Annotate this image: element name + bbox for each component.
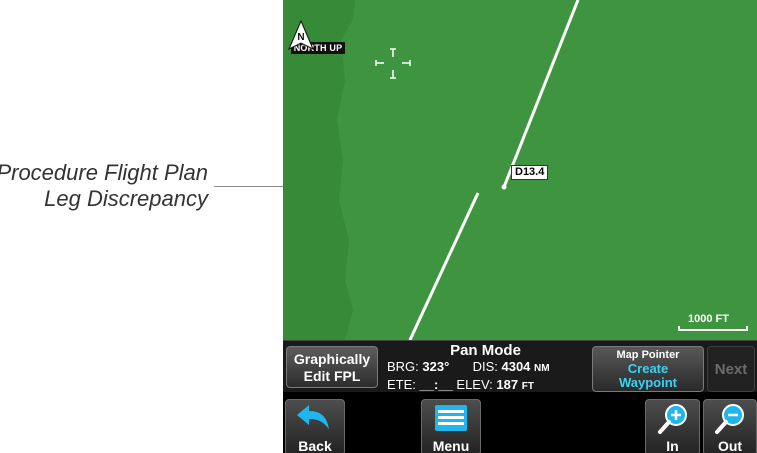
north-up-indicator[interactable]: N NORTH UP <box>288 20 348 56</box>
zoom-in-button[interactable]: In <box>645 399 700 453</box>
device-screen: N NORTH UP D13.4 1000 FT Graphically Edi… <box>283 0 757 453</box>
menu-button[interactable]: Menu <box>421 399 481 453</box>
dis-unit: NM <box>534 363 550 374</box>
flight-plan-leg-lower <box>408 192 480 340</box>
back-label: Back <box>298 438 332 453</box>
pan-row-brg-dis: BRG: 323° DIS: 4304 NM <box>387 359 588 377</box>
zoom-in-label: In <box>666 438 679 453</box>
menu-icon <box>435 405 467 431</box>
elev-value: 187 <box>496 377 519 392</box>
map-pointer-action-line-2: Waypoint <box>618 375 677 390</box>
north-arrow-icon: N <box>288 20 314 50</box>
brg-value: 323° <box>422 359 450 374</box>
ete-label: ETE: <box>387 377 416 392</box>
brg-label: BRG: <box>387 359 419 374</box>
pan-mode-bar: Graphically Edit FPL Pan Mode BRG: 323° … <box>283 340 757 393</box>
waypoint-label: D13.4 <box>511 165 549 180</box>
ete-value: __:__ <box>419 377 453 392</box>
waypoint-marker <box>501 184 507 190</box>
map-scale-bar <box>678 326 748 331</box>
map-scale-label: 1000 FT <box>688 313 729 325</box>
pan-info-panel: Pan Mode BRG: 323° DIS: 4304 NM ETE: __:… <box>383 342 588 395</box>
graphically-edit-line-2: Edit FPL <box>303 368 361 384</box>
back-button[interactable]: Back <box>285 399 345 453</box>
crosshair-icon <box>375 48 411 79</box>
zoom-out-icon <box>715 404 744 434</box>
svg-text:N: N <box>297 32 304 43</box>
map-view[interactable]: N NORTH UP D13.4 1000 FT <box>283 0 757 340</box>
back-arrow-icon <box>297 405 329 429</box>
callout-line-1: Procedure Flight Plan <box>0 160 208 185</box>
elev-unit: FT <box>521 381 534 392</box>
zoom-out-button[interactable]: Out <box>703 399 757 453</box>
pan-mode-title: Pan Mode <box>450 342 521 359</box>
dis-label: DIS: <box>472 359 498 374</box>
map-pointer-action-line-1: Create <box>627 361 669 376</box>
callout-line-2: Leg Discrepancy <box>44 186 208 211</box>
map-pointer-create-waypoint-button[interactable]: Map Pointer Create Waypoint <box>592 346 704 392</box>
bottom-button-bar: Back Menu In Out <box>283 392 757 453</box>
flight-plan-leg-upper <box>502 0 580 188</box>
dis-value: 4304 <box>501 359 531 374</box>
zoom-in-icon <box>657 404 687 434</box>
graphically-edit-line-1: Graphically <box>293 351 371 367</box>
menu-label: Menu <box>432 438 470 453</box>
zoom-out-label: Out <box>717 438 743 453</box>
callout-text: Procedure Flight Plan Leg Discrepancy <box>0 160 208 212</box>
graphically-edit-fpl-button[interactable]: Graphically Edit FPL <box>286 346 378 388</box>
next-button[interactable]: Next <box>707 346 755 392</box>
elev-label: ELEV: <box>456 377 493 392</box>
